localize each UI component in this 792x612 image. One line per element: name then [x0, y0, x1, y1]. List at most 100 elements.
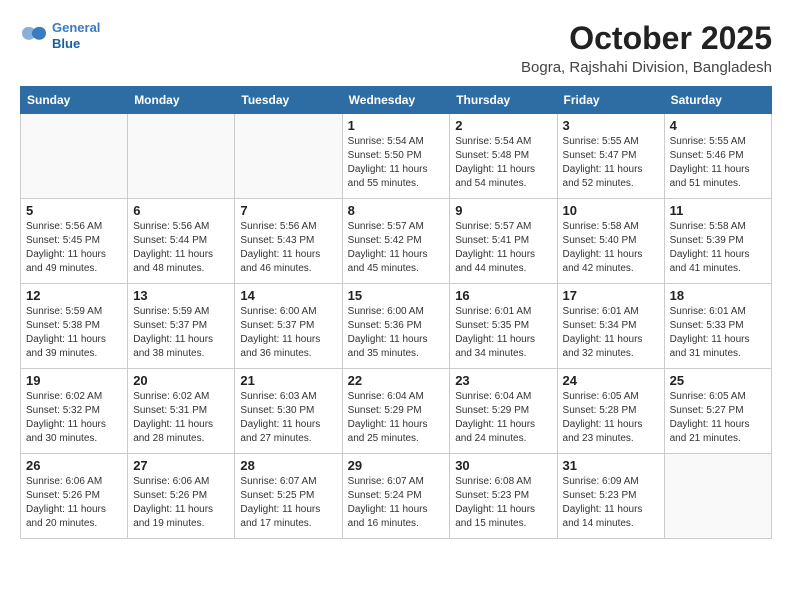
day-cell-9: 9 Sunrise: 5:57 AM Sunset: 5:41 PM Daylig… — [450, 199, 557, 284]
day-cell-28: 28Sunrise: 6:07 AM Sunset: 5:25 PM Dayli… — [235, 454, 342, 539]
empty-cell — [128, 114, 235, 199]
day-info: Sunrise: 6:06 AM Sunset: 5:26 PM Dayligh… — [133, 475, 229, 531]
day-info: Sunrise: 5:55 AM Sunset: 5:47 PM Dayligh… — [563, 135, 659, 191]
day-cell-22: 22 Sunrise: 6:04 AM Sunset: 5:29 PM Dayli… — [342, 369, 450, 454]
day-number: 15 — [348, 288, 445, 303]
day-info: Sunrise: 6:08 AM Sunset: 5:23 PM Dayligh… — [455, 475, 551, 531]
day-info: Sunrise: 5:59 AM Sunset: 5:38 PM Dayligh… — [26, 305, 122, 361]
day-cell-14: 14Sunrise: 6:00 AM Sunset: 5:37 PM Dayli… — [235, 284, 342, 369]
calendar-table: SundayMondayTuesdayWednesdayThursdayFrid… — [20, 86, 772, 539]
week-row-5: 26Sunrise: 6:06 AM Sunset: 5:26 PM Dayli… — [21, 454, 772, 539]
day-info: Sunrise: 6:03 AM Sunset: 5:30 PM Dayligh… — [240, 390, 336, 446]
day-cell-26: 26Sunrise: 6:06 AM Sunset: 5:26 PM Dayli… — [21, 454, 128, 539]
day-cell-3: 3 Sunrise: 5:55 AM Sunset: 5:47 PM Daylig… — [557, 114, 664, 199]
day-cell-12: 12 Sunrise: 5:59 AM Sunset: 5:38 PM Dayli… — [21, 284, 128, 369]
day-cell-7: 7 Sunrise: 5:56 AM Sunset: 5:43 PM Daylig… — [235, 199, 342, 284]
day-info: Sunrise: 6:06 AM Sunset: 5:26 PM Dayligh… — [26, 475, 122, 531]
day-info: Sunrise: 6:04 AM Sunset: 5:29 PM Dayligh… — [455, 390, 551, 446]
weekday-header-monday: Monday — [128, 87, 235, 114]
day-number: 10 — [563, 203, 659, 218]
day-number: 11 — [670, 203, 766, 218]
day-cell-20: 20 Sunrise: 6:02 AM Sunset: 5:31 PM Dayli… — [128, 369, 235, 454]
day-info: Sunrise: 6:09 AM Sunset: 5:23 PM Dayligh… — [563, 475, 659, 531]
day-number: 13 — [133, 288, 229, 303]
day-number: 2 — [455, 118, 551, 133]
week-row-1: 1 Sunrise: 5:54 AM Sunset: 5:50 PM Daylig… — [21, 114, 772, 199]
logo-icon — [20, 25, 48, 47]
weekday-header-wednesday: Wednesday — [342, 87, 450, 114]
day-info: Sunrise: 6:02 AM Sunset: 5:32 PM Dayligh… — [26, 390, 122, 446]
day-number: 9 — [455, 203, 551, 218]
day-number: 16 — [455, 288, 551, 303]
weekday-header-tuesday: Tuesday — [235, 87, 342, 114]
day-cell-11: 11Sunrise: 5:58 AM Sunset: 5:39 PM Dayli… — [664, 199, 771, 284]
day-info: Sunrise: 5:54 AM Sunset: 5:48 PM Dayligh… — [455, 135, 551, 191]
empty-cell — [664, 454, 771, 539]
day-cell-2: 2 Sunrise: 5:54 AM Sunset: 5:48 PM Daylig… — [450, 114, 557, 199]
week-row-3: 12 Sunrise: 5:59 AM Sunset: 5:38 PM Dayli… — [21, 284, 772, 369]
title-block: October 2025 Bogra, Rajshahi Division, B… — [521, 20, 772, 76]
weekday-header-friday: Friday — [557, 87, 664, 114]
day-info: Sunrise: 5:56 AM Sunset: 5:43 PM Dayligh… — [240, 220, 336, 276]
day-info: Sunrise: 5:59 AM Sunset: 5:37 PM Dayligh… — [133, 305, 229, 361]
day-cell-18: 18 Sunrise: 6:01 AM Sunset: 5:33 PM Dayli… — [664, 284, 771, 369]
day-cell-29: 29 Sunrise: 6:07 AM Sunset: 5:24 PM Dayli… — [342, 454, 450, 539]
day-cell-21: 21Sunrise: 6:03 AM Sunset: 5:30 PM Dayli… — [235, 369, 342, 454]
weekday-header-thursday: Thursday — [450, 87, 557, 114]
logo-text: General Blue — [52, 20, 100, 51]
day-number: 31 — [563, 458, 659, 473]
day-info: Sunrise: 6:02 AM Sunset: 5:31 PM Dayligh… — [133, 390, 229, 446]
day-info: Sunrise: 6:04 AM Sunset: 5:29 PM Dayligh… — [348, 390, 445, 446]
day-info: Sunrise: 6:01 AM Sunset: 5:33 PM Dayligh… — [670, 305, 766, 361]
day-info: Sunrise: 6:05 AM Sunset: 5:27 PM Dayligh… — [670, 390, 766, 446]
day-cell-6: 6 Sunrise: 5:56 AM Sunset: 5:44 PM Daylig… — [128, 199, 235, 284]
day-number: 20 — [133, 373, 229, 388]
day-info: Sunrise: 6:01 AM Sunset: 5:34 PM Dayligh… — [563, 305, 659, 361]
day-cell-30: 30Sunrise: 6:08 AM Sunset: 5:23 PM Dayli… — [450, 454, 557, 539]
day-number: 12 — [26, 288, 122, 303]
day-info: Sunrise: 5:56 AM Sunset: 5:44 PM Dayligh… — [133, 220, 229, 276]
day-number: 24 — [563, 373, 659, 388]
day-number: 5 — [26, 203, 122, 218]
calendar-subtitle: Bogra, Rajshahi Division, Bangladesh — [521, 59, 772, 76]
week-row-2: 5 Sunrise: 5:56 AM Sunset: 5:45 PM Daylig… — [21, 199, 772, 284]
day-number: 3 — [563, 118, 659, 133]
day-info: Sunrise: 5:56 AM Sunset: 5:45 PM Dayligh… — [26, 220, 122, 276]
day-info: Sunrise: 6:07 AM Sunset: 5:24 PM Dayligh… — [348, 475, 445, 531]
day-info: Sunrise: 6:00 AM Sunset: 5:36 PM Dayligh… — [348, 305, 445, 361]
empty-cell — [21, 114, 128, 199]
day-info: Sunrise: 5:54 AM Sunset: 5:50 PM Dayligh… — [348, 135, 445, 191]
day-number: 29 — [348, 458, 445, 473]
day-cell-31: 31 Sunrise: 6:09 AM Sunset: 5:23 PM Dayli… — [557, 454, 664, 539]
day-cell-8: 8 Sunrise: 5:57 AM Sunset: 5:42 PM Daylig… — [342, 199, 450, 284]
day-number: 25 — [670, 373, 766, 388]
week-row-4: 19Sunrise: 6:02 AM Sunset: 5:32 PM Dayli… — [21, 369, 772, 454]
day-cell-16: 16 Sunrise: 6:01 AM Sunset: 5:35 PM Dayli… — [450, 284, 557, 369]
day-info: Sunrise: 6:05 AM Sunset: 5:28 PM Dayligh… — [563, 390, 659, 446]
page-header: General Blue October 2025 Bogra, Rajshah… — [20, 20, 772, 76]
day-info: Sunrise: 5:57 AM Sunset: 5:42 PM Dayligh… — [348, 220, 445, 276]
day-number: 17 — [563, 288, 659, 303]
day-cell-24: 24 Sunrise: 6:05 AM Sunset: 5:28 PM Dayli… — [557, 369, 664, 454]
weekday-header-row: SundayMondayTuesdayWednesdayThursdayFrid… — [21, 87, 772, 114]
day-cell-27: 27Sunrise: 6:06 AM Sunset: 5:26 PM Dayli… — [128, 454, 235, 539]
day-number: 1 — [348, 118, 445, 133]
day-number: 6 — [133, 203, 229, 218]
day-cell-23: 23Sunrise: 6:04 AM Sunset: 5:29 PM Dayli… — [450, 369, 557, 454]
day-number: 8 — [348, 203, 445, 218]
day-cell-1: 1 Sunrise: 5:54 AM Sunset: 5:50 PM Daylig… — [342, 114, 450, 199]
day-number: 18 — [670, 288, 766, 303]
day-number: 28 — [240, 458, 336, 473]
empty-cell — [235, 114, 342, 199]
day-number: 22 — [348, 373, 445, 388]
day-info: Sunrise: 5:57 AM Sunset: 5:41 PM Dayligh… — [455, 220, 551, 276]
day-cell-17: 17 Sunrise: 6:01 AM Sunset: 5:34 PM Dayli… — [557, 284, 664, 369]
day-number: 7 — [240, 203, 336, 218]
day-info: Sunrise: 6:01 AM Sunset: 5:35 PM Dayligh… — [455, 305, 551, 361]
weekday-header-sunday: Sunday — [21, 87, 128, 114]
day-cell-10: 10 Sunrise: 5:58 AM Sunset: 5:40 PM Dayli… — [557, 199, 664, 284]
day-info: Sunrise: 6:00 AM Sunset: 5:37 PM Dayligh… — [240, 305, 336, 361]
day-cell-19: 19Sunrise: 6:02 AM Sunset: 5:32 PM Dayli… — [21, 369, 128, 454]
day-cell-5: 5 Sunrise: 5:56 AM Sunset: 5:45 PM Daylig… — [21, 199, 128, 284]
day-info: Sunrise: 5:58 AM Sunset: 5:40 PM Dayligh… — [563, 220, 659, 276]
